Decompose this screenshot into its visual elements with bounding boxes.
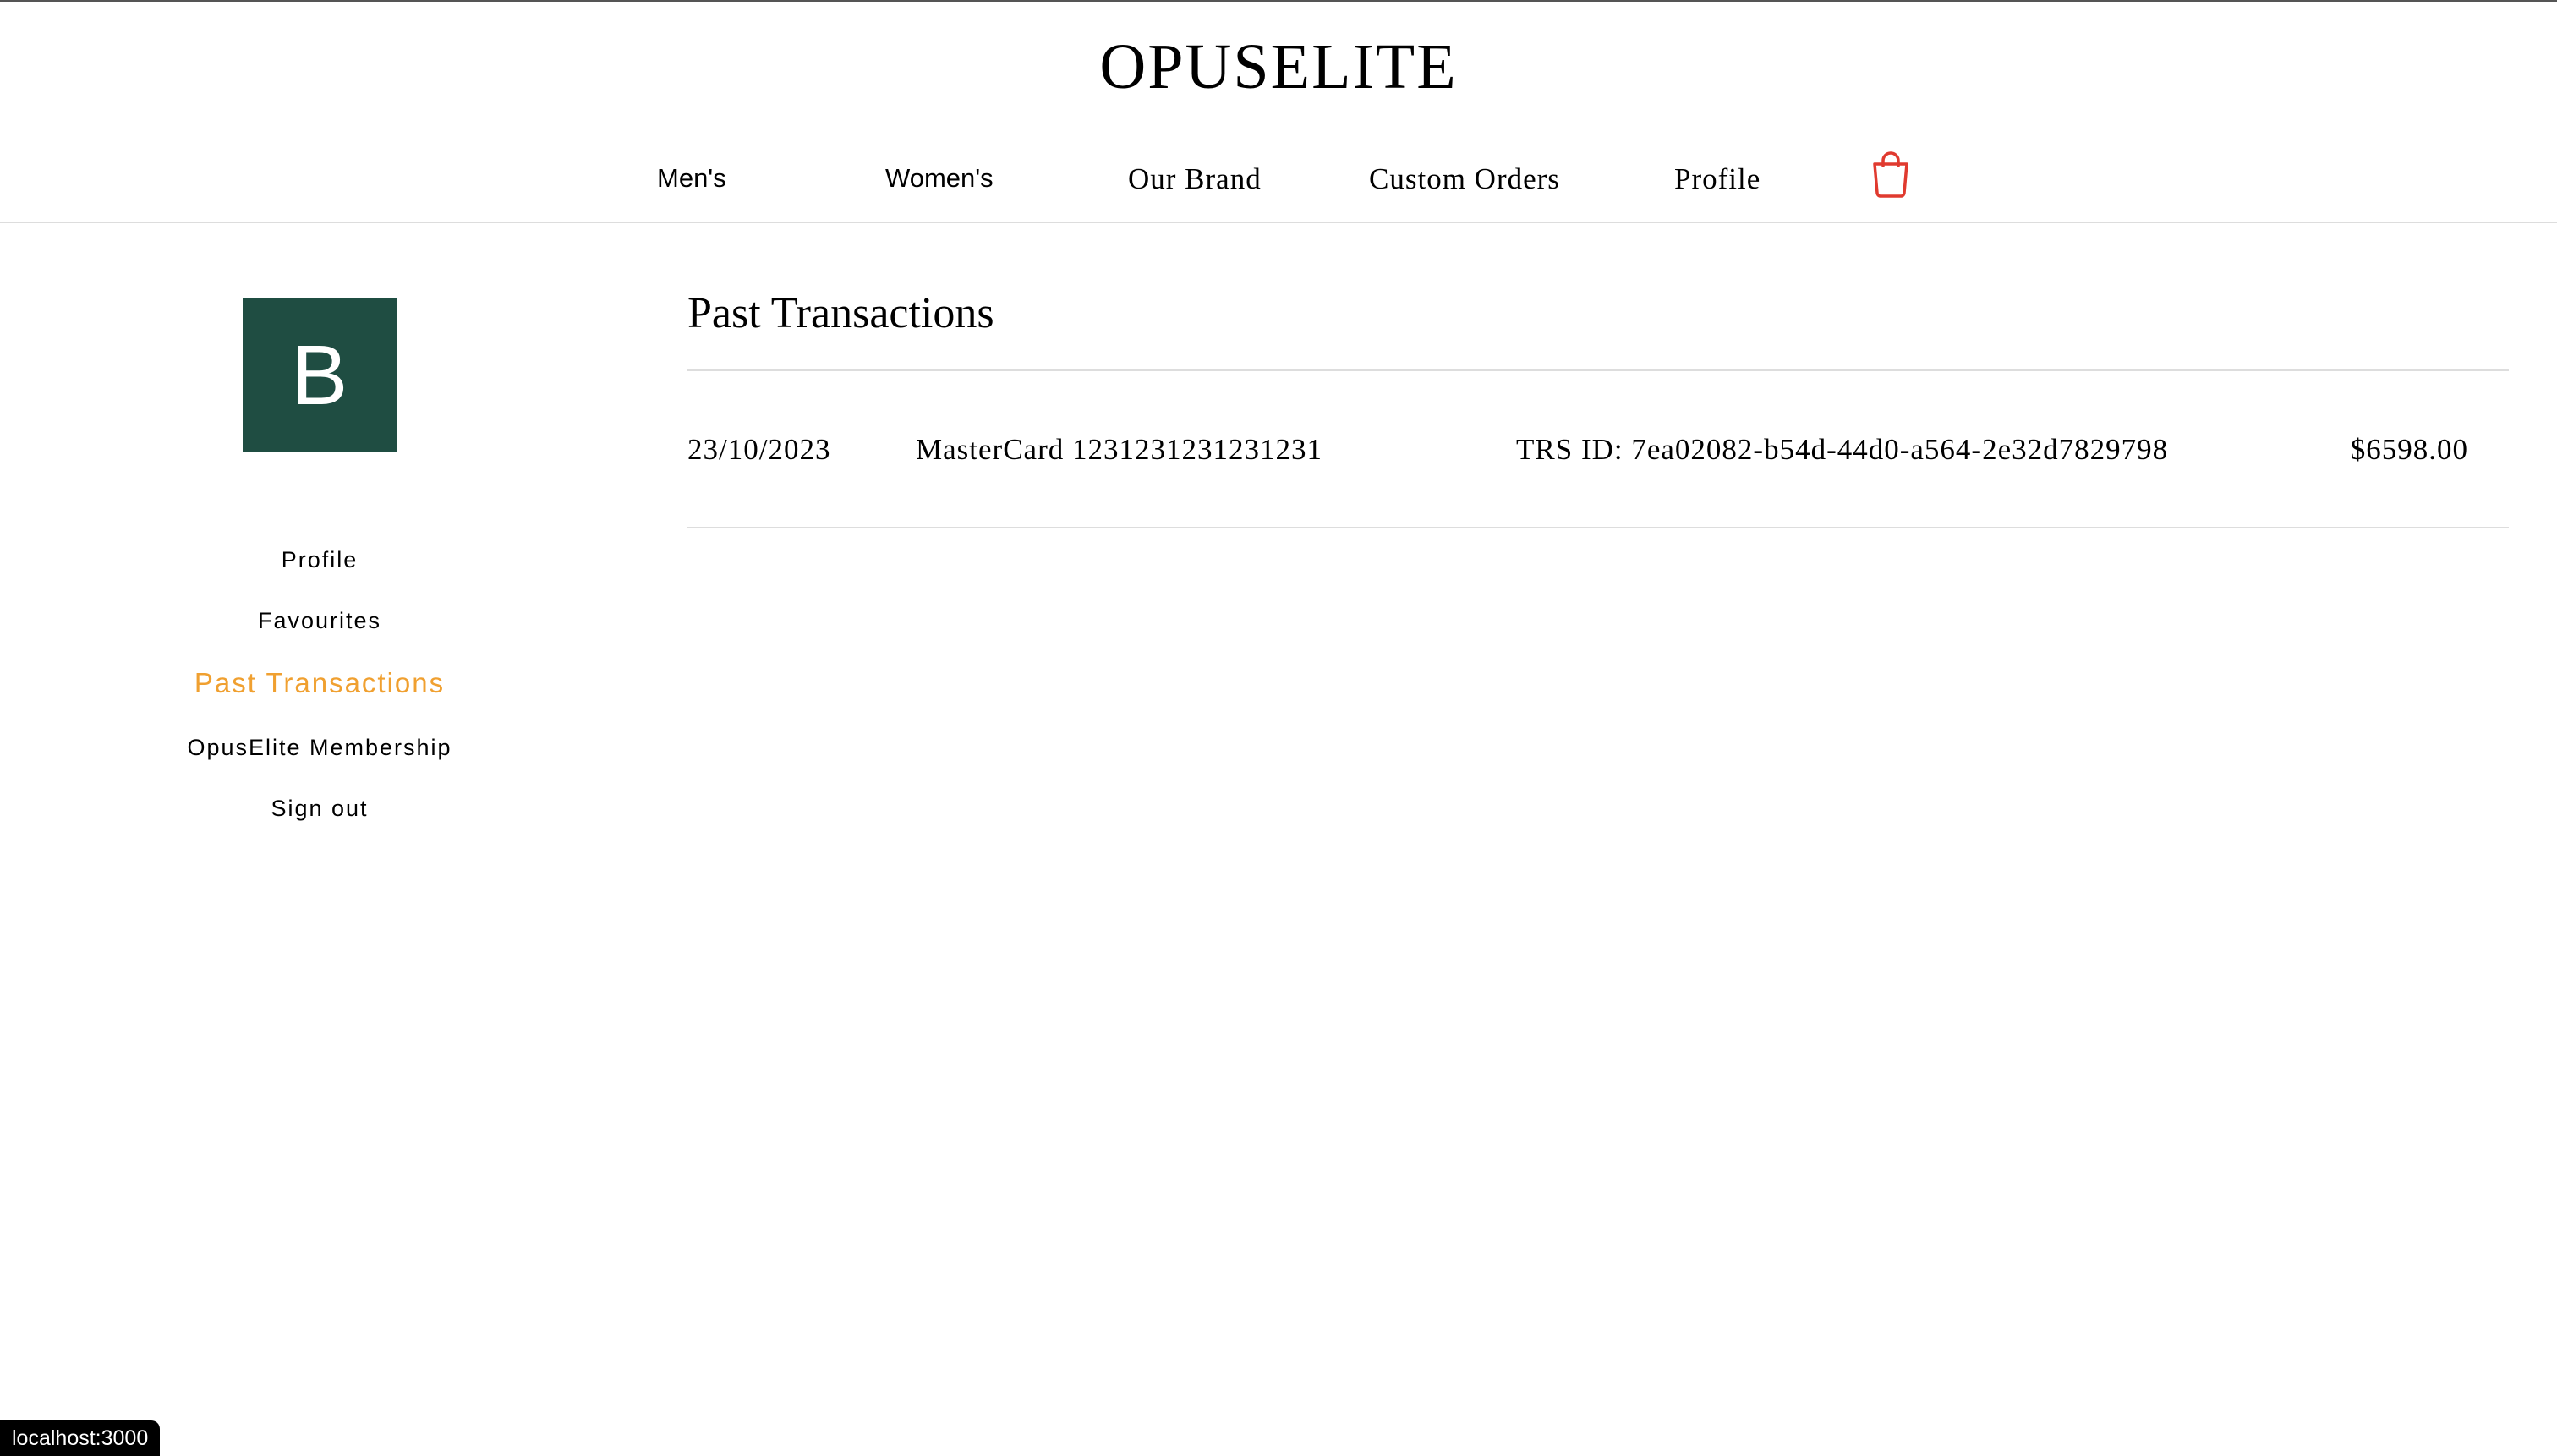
transaction-row[interactable]: 23/10/2023 MasterCard 1231231231231231 T… [687, 428, 2509, 472]
brand-logo[interactable]: OPUSELITE [0, 29, 2557, 105]
sidebar-item-favourites[interactable]: Favourites [101, 604, 538, 638]
sidebar-item-profile[interactable]: Profile [101, 543, 538, 577]
status-bar-url: localhost:3000 [0, 1420, 161, 1456]
avatar: B [243, 298, 397, 452]
nav-womens[interactable]: Women's [885, 157, 994, 200]
title-divider [687, 369, 2509, 371]
shopping-bag-icon[interactable] [1870, 151, 1911, 198]
sidebar-item-sign-out[interactable]: Sign out [101, 791, 538, 825]
nav-our-brand[interactable]: Our Brand [1128, 158, 1262, 200]
nav-profile[interactable]: Profile [1674, 158, 1760, 200]
nav-mens[interactable]: Men's [657, 157, 726, 200]
nav-custom-orders[interactable]: Custom Orders [1369, 158, 1560, 200]
sidebar-item-membership[interactable]: OpusElite Membership [101, 731, 538, 764]
sidebar-item-past-transactions[interactable]: Past Transactions [101, 666, 538, 700]
transaction-amount: $6598.00 [2350, 433, 2468, 466]
page-title: Past Transactions [687, 289, 994, 337]
transaction-id: TRS ID: 7ea02082-b54d-44d0-a564-2e32d782… [1516, 433, 2169, 466]
transaction-card: MasterCard 1231231231231231 [916, 433, 1322, 466]
row-divider [687, 527, 2509, 528]
site-header: OPUSELITE Men's Women's Our Brand Custom… [0, 0, 2557, 223]
transaction-date: 23/10/2023 [687, 433, 831, 466]
